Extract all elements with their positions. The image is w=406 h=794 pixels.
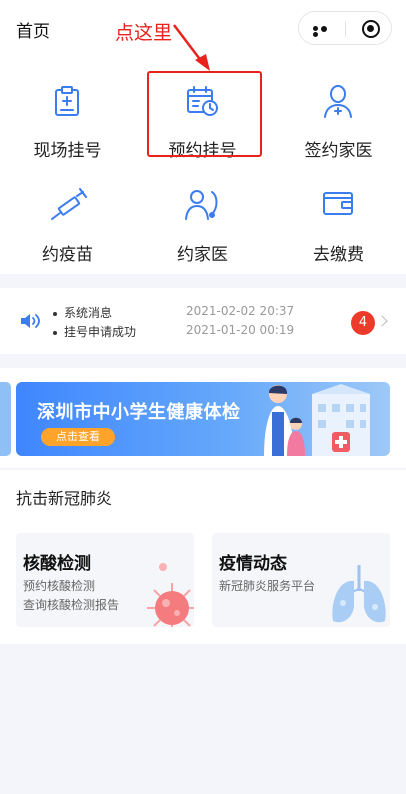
card-title: 核酸检测	[23, 554, 91, 574]
annotation-hint: 点这里	[115, 22, 173, 44]
banner-title: 深圳市中小学生健康体检	[37, 402, 241, 423]
carousel-indicator	[193, 444, 219, 456]
hospital-illustration-icon	[264, 384, 370, 456]
service-sign-family-doctor[interactable]: 签约家医	[271, 70, 406, 174]
highlight-box	[147, 71, 262, 157]
notice-time: 2021-01-20 00:19	[186, 323, 295, 337]
service-onsite-registration[interactable]: 现场挂号	[0, 70, 135, 174]
health-check-banner[interactable]: 深圳市中小学生健康体检 点击查看	[16, 382, 390, 456]
miniprogram-capsule	[298, 11, 392, 45]
capsule-divider	[345, 21, 346, 37]
service-payment[interactable]: 去缴费	[271, 174, 406, 278]
wallet-icon	[323, 192, 353, 215]
notice-text: 挂号申请成功	[64, 325, 137, 339]
service-label: 去缴费	[313, 245, 364, 265]
service-family-doctor[interactable]: 约家医	[135, 174, 270, 278]
card-description: 新冠肺炎服务平台	[219, 579, 316, 593]
notice-bar[interactable]: 系统消息 2021-02-02 20:37 挂号申请成功 2021-01-20 …	[0, 288, 406, 354]
service-vaccine[interactable]: 约疫苗	[0, 174, 135, 278]
close-target-icon[interactable]	[362, 20, 380, 38]
syringe-icon	[51, 188, 87, 220]
notice-message: 挂号申请成功	[53, 323, 136, 340]
notice-time: 2021-02-02 20:37	[186, 304, 295, 318]
service-label: 约疫苗	[42, 245, 93, 265]
card-title: 疫情动态	[219, 554, 287, 574]
banner-previous-slide[interactable]	[0, 382, 11, 456]
notice-message: 系统消息	[53, 304, 112, 321]
notice-text: 系统消息	[64, 306, 113, 320]
epidemic-updates-card[interactable]: 疫情动态 新冠肺炎服务平台	[212, 533, 390, 627]
clipboard-icon	[55, 86, 79, 116]
banner-view-button[interactable]: 点击查看	[41, 428, 115, 446]
page-title: 首页	[16, 22, 50, 42]
doctor-icon	[324, 85, 352, 118]
lungs-icon	[332, 565, 386, 623]
unread-badge: 4	[351, 311, 375, 335]
card-description: 查询核酸检测报告	[23, 598, 120, 612]
service-label: 现场挂号	[33, 141, 102, 161]
virus-icon	[147, 563, 194, 627]
red-arrow-icon	[173, 24, 210, 71]
section-title: 抗击新冠肺炎	[16, 489, 113, 508]
nucleic-acid-test-card[interactable]: 核酸检测 预约核酸检测 查询核酸检测报告	[16, 533, 194, 627]
speaker-icon	[21, 314, 40, 328]
family-doctor-icon	[185, 190, 218, 220]
service-label: 约家医	[177, 245, 228, 265]
more-icon[interactable]	[313, 25, 333, 37]
card-description: 预约核酸检测	[23, 579, 96, 593]
service-label: 签约家医	[304, 141, 373, 161]
